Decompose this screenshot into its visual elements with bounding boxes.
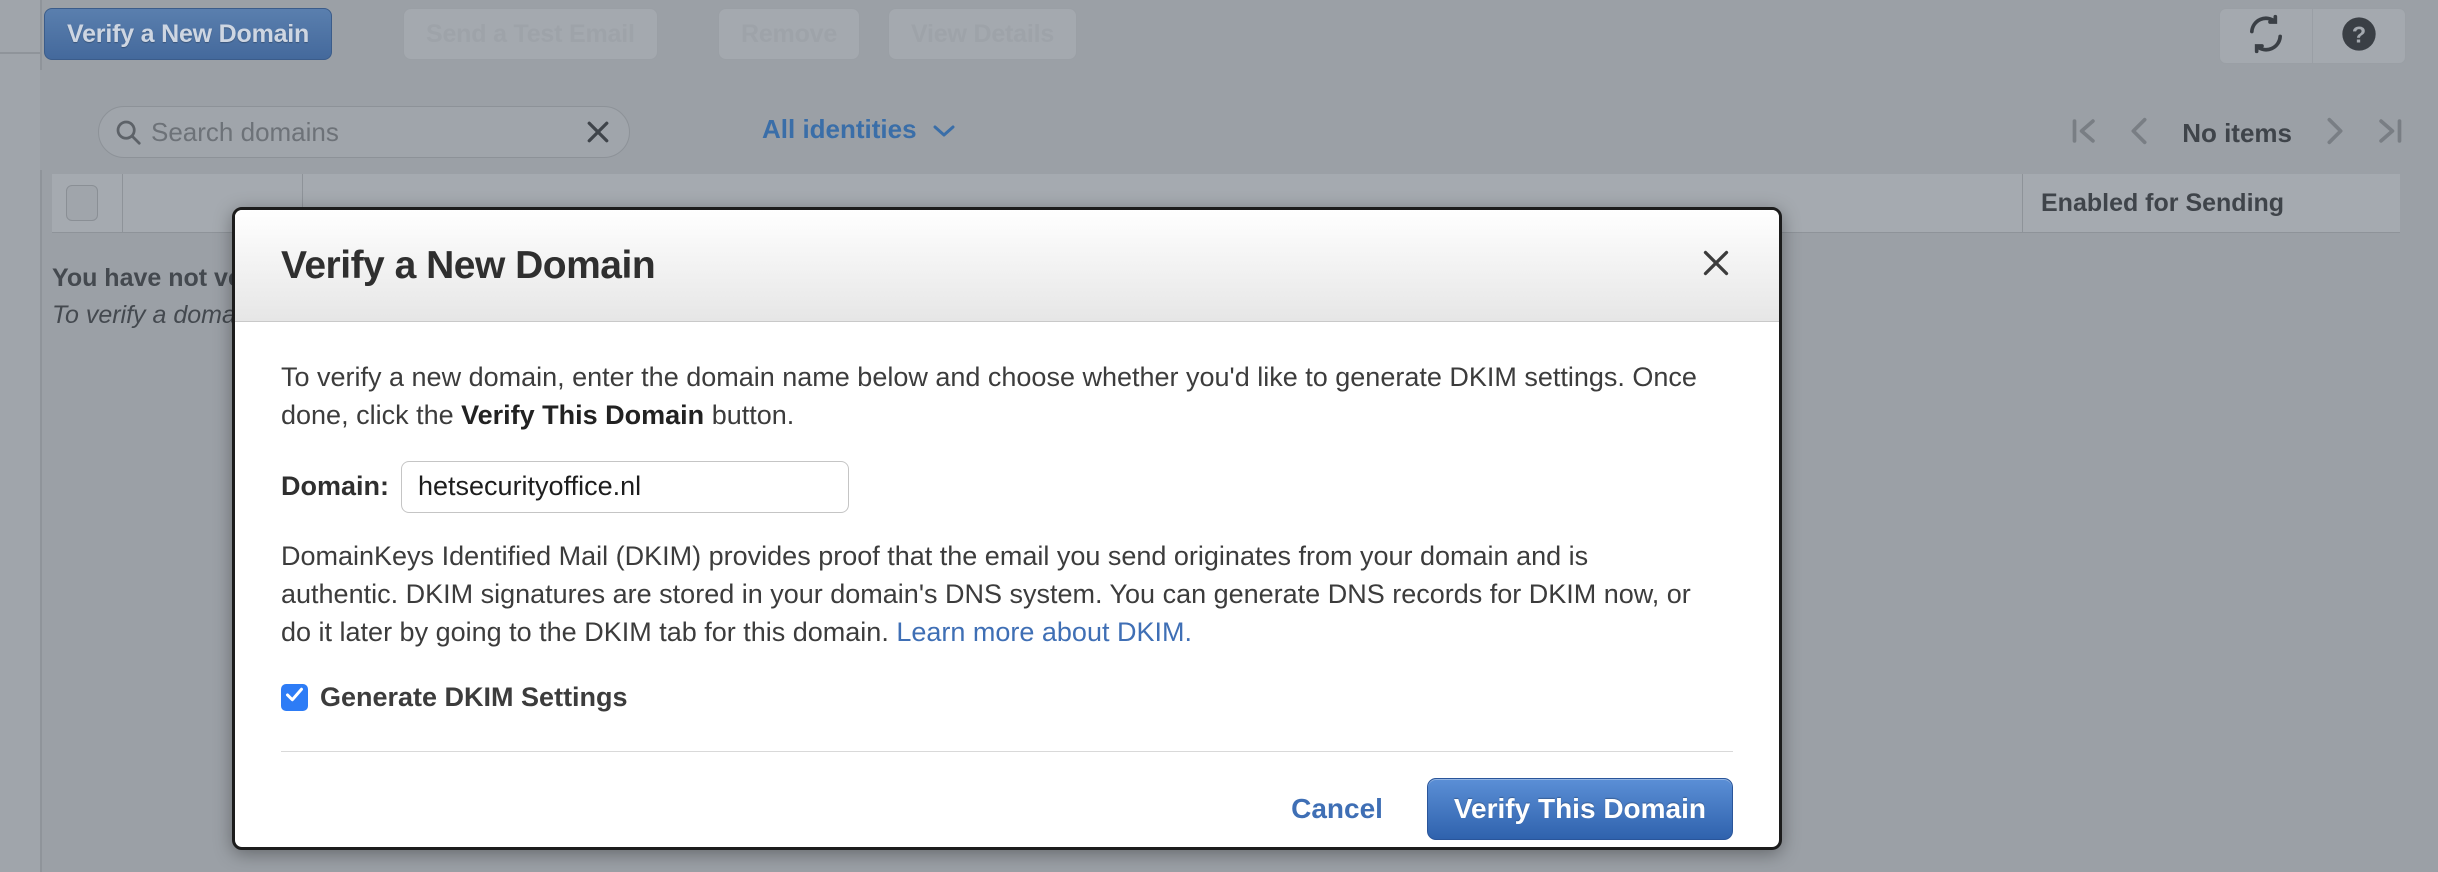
nav-rail-segment (0, 0, 40, 54)
dialog-title: Verify a New Domain (281, 243, 656, 287)
help-circle-icon: ? (2339, 14, 2379, 59)
domain-field-label: Domain: (281, 471, 389, 502)
dialog-body: To verify a new domain, enter the domain… (235, 322, 1779, 713)
chevron-down-icon (933, 114, 955, 145)
dialog-header: Verify a New Domain (235, 210, 1779, 322)
search-field[interactable]: Search domains (98, 106, 630, 158)
table-column-label: Enabled for Sending (2041, 188, 2285, 217)
view-details-button[interactable]: View Details (888, 8, 1078, 60)
nav-rail (0, 0, 42, 872)
intro-text-part-2: button. (704, 400, 795, 431)
pagination-controls: No items (2066, 114, 2408, 153)
previous-page-icon[interactable] (2122, 114, 2156, 153)
checkmark-icon (284, 684, 305, 710)
send-a-test-email-button[interactable]: Send a Test Email (403, 8, 658, 60)
dialog-close-button[interactable] (1689, 239, 1743, 293)
identity-filter-label: All identities (762, 114, 917, 144)
pagination-label: No items (2182, 118, 2292, 148)
search-icon (113, 117, 143, 147)
table-column-header-enabled-for-sending[interactable]: Enabled for Sending (2022, 174, 2400, 232)
svg-text:?: ? (2352, 21, 2366, 47)
remove-label: Remove (741, 19, 838, 48)
verify-a-new-domain-dialog: Verify a New Domain To verify a new doma… (232, 207, 1782, 850)
cancel-button[interactable]: Cancel (1281, 785, 1393, 833)
refresh-icon (2246, 14, 2286, 59)
dkim-description-text: DomainKeys Identified Mail (DKIM) provid… (281, 537, 1701, 652)
actions-toolbar: Verify a New Domain Send a Test Email Re… (40, 0, 2438, 70)
search-clear-icon[interactable] (583, 117, 613, 147)
toolbar-icon-group: ? (2219, 8, 2406, 64)
identity-filter-dropdown[interactable]: All identities (762, 114, 955, 145)
remove-button[interactable]: Remove (718, 8, 861, 60)
send-a-test-email-label: Send a Test Email (426, 19, 635, 48)
filter-bar: Search domains All identities No items (40, 70, 2438, 170)
select-all-column[interactable] (52, 174, 122, 232)
last-page-icon[interactable] (2374, 114, 2408, 153)
dialog-footer: Cancel Verify This Domain (235, 752, 1779, 840)
verify-a-new-domain-button[interactable]: Verify a New Domain (44, 8, 333, 60)
intro-text-strong: Verify This Domain (461, 400, 705, 431)
refresh-button[interactable] (2220, 9, 2312, 63)
first-page-icon[interactable] (2066, 114, 2100, 153)
close-x-icon (1698, 245, 1734, 286)
domain-input[interactable] (401, 460, 849, 513)
verify-a-new-domain-label: Verify a New Domain (67, 19, 310, 48)
dialog-intro-text: To verify a new domain, enter the domain… (281, 358, 1701, 435)
ses-domains-page: Verify a New Domain Send a Test Email Re… (0, 0, 2438, 872)
domain-field-row: Domain: (281, 460, 1733, 513)
learn-more-about-dkim-link[interactable]: Learn more about DKIM. (896, 617, 1192, 647)
select-all-checkbox[interactable] (66, 185, 98, 221)
generate-dkim-settings-checkbox[interactable] (281, 683, 308, 711)
generate-dkim-settings-row[interactable]: Generate DKIM Settings (281, 682, 1733, 713)
generate-dkim-settings-label: Generate DKIM Settings (320, 681, 628, 712)
next-page-icon[interactable] (2318, 114, 2352, 153)
help-button[interactable]: ? (2312, 9, 2405, 63)
verify-this-domain-button[interactable]: Verify This Domain (1426, 777, 1733, 840)
nav-rail-segment (0, 52, 40, 152)
search-input-placeholder[interactable]: Search domains (151, 117, 583, 148)
view-details-label: View Details (911, 19, 1055, 48)
